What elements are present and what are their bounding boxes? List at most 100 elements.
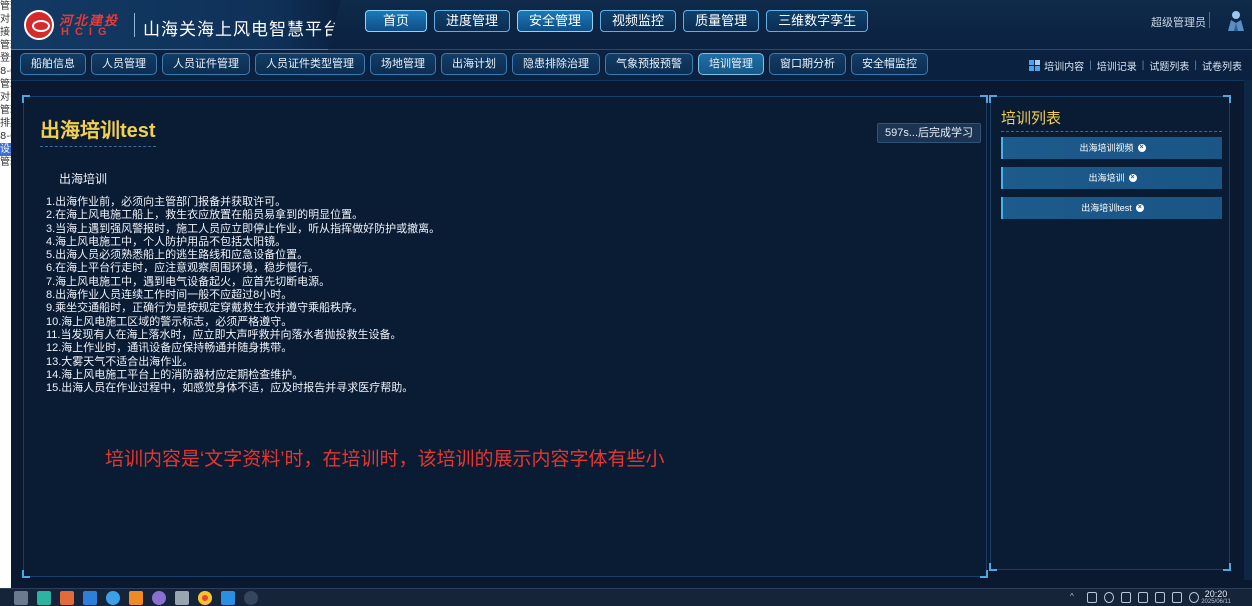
app-icon[interactable] (37, 591, 51, 605)
wifi-icon[interactable] (1121, 592, 1131, 603)
link-paper-list[interactable]: 试卷列表 (1202, 58, 1242, 73)
left-strip-text: 8-0 (0, 66, 11, 77)
top-nav: 首页 进度管理 安全管理 视频监控 质量管理 三维数字孪生 (365, 10, 869, 32)
close-icon[interactable]: × (1128, 173, 1137, 182)
os-taskbar: ^ 20:20 2025/06/11 (0, 588, 1252, 606)
left-strip-text: 8-0 (0, 131, 11, 142)
document-item: 7.海上风电施工中，遇到电气设备起火，应首先切断电源。 (46, 275, 331, 288)
left-strip-text: 接口 (0, 27, 11, 38)
link-question-list[interactable]: 试题列表 (1149, 58, 1189, 73)
app-icon[interactable] (244, 591, 258, 605)
nav-progress[interactable]: 进度管理 (434, 10, 511, 32)
nav-video[interactable]: 视频监控 (600, 10, 677, 32)
left-strip-text: 管理 (0, 79, 11, 90)
training-list: 出海培训视频 × 出海培训 × 出海培训test × (1001, 137, 1222, 227)
tab-personnel-cert[interactable]: 人员证件管理 (162, 53, 250, 75)
user-divider (1209, 12, 1210, 28)
training-list-item-label: 出海培训视频 (1079, 143, 1134, 153)
left-clipped-window: 管理 对象 接口 管理 登录 8-0 管理 对象 管理 排期 8-0 设置 管理 (0, 0, 11, 588)
training-list-item[interactable]: 出海培训 × (1001, 167, 1222, 189)
document-item: 13.大雾天气不适合出海作业。 (46, 355, 194, 368)
app-title: 山海关海上风电智慧平台 (143, 20, 341, 39)
left-strip-text: 对象 (0, 14, 11, 25)
document-item: 5.出海人员必须熟悉船上的逃生路线和应急设备位置。 (46, 249, 309, 262)
gear-icon[interactable] (152, 591, 166, 605)
tab-weather[interactable]: 气象预报预警 (605, 53, 693, 75)
document-item: 12.海上作业时，通讯设备应保持畅通并随身携带。 (46, 342, 293, 355)
training-title: 出海培训test (40, 114, 156, 147)
nav-digital-twin[interactable]: 三维数字孪生 (766, 10, 869, 32)
top-header: 河北建投 HCIG 山海关海上风电智慧平台 首页 进度管理 安全管理 视频监控 … (11, 0, 1252, 50)
document-item: 6.在海上平台行走时，应注意观察周围环境，稳步慢行。 (46, 262, 320, 275)
document-item: 4.海上风电施工中，个人防护用品不包括太阳镜。 (46, 235, 287, 248)
sub-nav-tabs: 船舶信息 人员管理 人员证件管理 人员证件类型管理 场地管理 出海计划 隐患排除… (20, 53, 928, 75)
link-training-records[interactable]: 培训记录 (1097, 58, 1137, 73)
avatar-icon[interactable] (1226, 10, 1246, 32)
system-tray: ^ (1070, 592, 1199, 603)
tab-training[interactable]: 培训管理 (698, 53, 764, 75)
left-strip-text: 管理 (0, 40, 11, 51)
document-item: 2.在海上风电施工船上，救生衣应放置在船员易拿到的明显位置。 (46, 209, 364, 222)
clock[interactable]: 20:20 2025/06/11 (1196, 590, 1236, 606)
study-progress-badge: 597s...后完成学习 (877, 123, 982, 143)
document-item: 11.当发现有人在海上落水时，应立即大声呼救并向落水者抛投救生设备。 (46, 328, 402, 341)
tab-helmet[interactable]: 安全帽监控 (851, 53, 928, 75)
training-content-panel: 出海培训test 597s...后完成学习 出海培训 1.出海作业前，必须向主管… (22, 95, 988, 578)
tab-sea-plan[interactable]: 出海计划 (441, 53, 507, 75)
document-item: 10.海上风电施工区域的警示标志，必须严格遵守。 (46, 315, 293, 328)
left-strip-text: 管理 (0, 157, 11, 168)
settings-icon[interactable] (14, 591, 28, 605)
training-list-item[interactable]: 出海培训视频 × (1001, 137, 1222, 159)
nav-home[interactable]: 首页 (365, 10, 428, 32)
chrome-icon[interactable] (198, 591, 212, 605)
training-list-item-label: 出海培训 (1088, 173, 1125, 183)
user-name[interactable]: 超级管理员 (1151, 14, 1206, 30)
grid-icon (1029, 60, 1041, 71)
left-strip-text: 设置 (0, 143, 11, 156)
close-icon[interactable]: × (1135, 203, 1144, 212)
document-heading: 出海培训 (59, 172, 108, 186)
app-icon[interactable] (175, 591, 189, 605)
tab-hazard[interactable]: 隐患排除治理 (512, 53, 600, 75)
link-training-content[interactable]: 培训内容 (1044, 58, 1084, 73)
nav-safety[interactable]: 安全管理 (517, 10, 594, 32)
taskbar-icons (14, 591, 258, 605)
tab-cert-type[interactable]: 人员证件类型管理 (255, 53, 365, 75)
training-list-item-label: 出海培训test (1081, 203, 1132, 213)
app-window: 河北建投 HCIG 山海关海上风电智慧平台 首页 进度管理 安全管理 视频监控 … (11, 0, 1252, 588)
close-icon[interactable]: × (1137, 143, 1146, 152)
left-strip-text: 排期 (0, 118, 11, 129)
volume-icon[interactable] (1138, 592, 1148, 603)
document-item: 9.乘坐交通船时，正确行为是按规定穿戴救生衣并遵守乘船秩序。 (46, 302, 364, 315)
clock-date: 2025/06/11 (1201, 599, 1231, 605)
tab-window-analysis[interactable]: 窗口期分析 (769, 53, 846, 75)
logo-divider (134, 13, 135, 37)
tray-icon[interactable] (1155, 592, 1165, 603)
document-item: 3.当海上遇到强风警报时，施工人员应立即停止作业，听从指挥做好防护或撤离。 (46, 222, 441, 235)
training-list-title: 培训列表 (1001, 107, 1222, 132)
tab-ship-info[interactable]: 船舶信息 (20, 53, 86, 75)
app-icon[interactable] (60, 591, 74, 605)
app-icon[interactable] (221, 591, 235, 605)
tray-icon[interactable] (1172, 592, 1182, 603)
training-list-item[interactable]: 出海培训test × (1001, 197, 1222, 219)
document-list: 1.出海作业前，必须向主管部门报备并获取许可。 2.在海上风电施工船上，救生衣应… (46, 196, 440, 395)
clock-time: 20:20 (1204, 589, 1228, 599)
tray-icon[interactable] (1104, 592, 1114, 603)
browser-icon[interactable] (106, 591, 120, 605)
tab-personnel[interactable]: 人员管理 (91, 53, 157, 75)
sub-nav: 船舶信息 人员管理 人员证件管理 人员证件类型管理 场地管理 出海计划 隐患排除… (11, 50, 1252, 81)
document-item: 14.海上风电施工平台上的消防器材应定期检查维护。 (46, 368, 304, 381)
tray-icon[interactable] (1087, 592, 1097, 603)
app-icon[interactable] (129, 591, 143, 605)
chevron-up-icon[interactable]: ^ (1070, 592, 1080, 603)
review-annotation: 培训内容是‘文字资料’时，在培训时，该培训的展示内容字体有些小 (105, 449, 665, 470)
company-logo-icon (24, 10, 54, 40)
left-strip-text: 登录 (0, 53, 11, 64)
right-scroll-edge (1244, 80, 1252, 580)
document-item: 8.出海作业人员连续工作时间一般不应超过8小时。 (46, 289, 293, 302)
nav-quality[interactable]: 质量管理 (683, 10, 760, 32)
logo-area: 河北建投 HCIG 山海关海上风电智慧平台 (11, 0, 341, 50)
app-icon[interactable] (83, 591, 97, 605)
tab-site[interactable]: 场地管理 (370, 53, 436, 75)
